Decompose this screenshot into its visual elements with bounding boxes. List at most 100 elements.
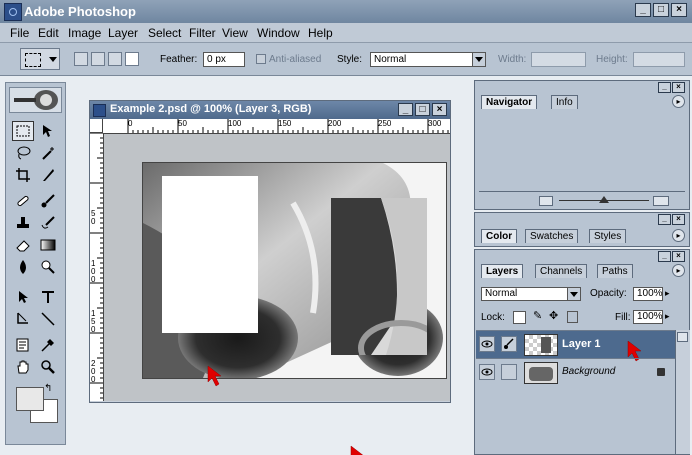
tool-preset-picker[interactable] <box>20 48 60 70</box>
layer-row-background[interactable]: Background <box>476 358 690 386</box>
panel-menu-button[interactable]: ▸ <box>672 95 685 108</box>
panel-menu-button[interactable]: ▸ <box>672 264 685 277</box>
eye-visibility-icon[interactable] <box>479 364 495 380</box>
tab-swatches[interactable]: Swatches <box>525 229 579 243</box>
tab-navigator[interactable]: Navigator <box>481 95 538 109</box>
gradient-tool[interactable] <box>37 235 59 255</box>
menu-select[interactable]: Select <box>148 26 181 40</box>
healing-brush-tool[interactable] <box>12 191 34 211</box>
tab-channels[interactable]: Channels <box>535 264 588 278</box>
fill-arrow-icon[interactable]: ▸ <box>665 311 670 322</box>
scroll-up-button[interactable] <box>677 332 688 342</box>
pen-tool[interactable] <box>12 309 34 329</box>
brush-tool[interactable] <box>37 191 59 211</box>
type-tool[interactable] <box>37 287 59 307</box>
hand-icon <box>17 360 29 374</box>
move-tool[interactable] <box>37 121 59 141</box>
tab-paths[interactable]: Paths <box>597 264 633 278</box>
tab-layers[interactable]: Layers <box>481 264 524 278</box>
adobe-online-logo[interactable] <box>9 87 62 113</box>
brush-link-icon[interactable] <box>501 336 517 352</box>
close-button[interactable]: × <box>671 3 687 17</box>
panel-minimize-button[interactable]: _ <box>658 251 671 262</box>
menu-image[interactable]: Image <box>68 26 101 40</box>
new-selection-button[interactable] <box>74 52 88 66</box>
layer-3-rectangle[interactable] <box>331 198 427 355</box>
foreground-color-swatch[interactable] <box>16 387 44 411</box>
panel-minimize-button[interactable]: _ <box>658 214 671 225</box>
blur-tool[interactable] <box>12 257 34 277</box>
ruler-left[interactable]: 5 0 1 0 0 1 5 0 2 0 0 <box>90 133 104 401</box>
intersect-selection-button[interactable] <box>125 52 139 66</box>
width-input[interactable] <box>531 52 586 67</box>
zoom-tool[interactable] <box>37 357 59 377</box>
add-selection-button[interactable] <box>91 52 105 66</box>
line-tool[interactable] <box>37 309 59 329</box>
menu-file[interactable]: File <box>10 26 29 40</box>
lasso-tool[interactable] <box>12 143 34 163</box>
slice-tool[interactable] <box>37 165 59 185</box>
crop-tool[interactable] <box>12 165 34 185</box>
dodge-tool[interactable] <box>37 257 59 277</box>
doc-maximize-button[interactable]: □ <box>415 103 430 116</box>
path-selection-tool[interactable] <box>12 287 34 307</box>
antialiased-checkbox[interactable] <box>256 54 266 64</box>
link-slot[interactable] <box>501 364 517 380</box>
feather-input[interactable]: 0 px <box>203 52 245 67</box>
layers-scrollbar[interactable] <box>675 330 690 454</box>
lock-position-move-icon[interactable]: ✥ <box>549 309 558 322</box>
maximize-button[interactable]: □ <box>653 3 669 17</box>
ruler-top[interactable]: 0 50 100 150 200 250 300 <box>103 119 450 134</box>
clone-stamp-tool[interactable] <box>12 213 34 233</box>
lock-transparency-checkbox[interactable] <box>513 311 526 324</box>
menu-help[interactable]: Help <box>308 26 333 40</box>
layer-name[interactable]: Layer 1 <box>562 338 601 350</box>
zoom-out-button[interactable] <box>539 196 553 206</box>
menu-filter[interactable]: Filter <box>189 26 216 40</box>
menu-view[interactable]: View <box>222 26 248 40</box>
panel-close-button[interactable]: × <box>672 82 685 93</box>
photoshop-app: Adobe Photoshop _ □ × File Edit Image La… <box>0 0 692 455</box>
navigator-preview[interactable] <box>479 109 685 191</box>
lock-all-icon[interactable] <box>567 311 578 323</box>
subtract-selection-button[interactable] <box>108 52 122 66</box>
fill-input[interactable]: 100% <box>633 310 663 324</box>
minimize-button[interactable]: _ <box>635 3 651 17</box>
notes-tool[interactable] <box>12 335 34 355</box>
panel-menu-button[interactable]: ▸ <box>672 229 685 242</box>
layer-name[interactable]: Background <box>562 366 615 377</box>
history-brush-tool[interactable] <box>37 213 59 233</box>
doc-minimize-button[interactable]: _ <box>398 103 413 116</box>
tab-color[interactable]: Color <box>481 229 518 243</box>
canvas-area[interactable] <box>104 134 450 455</box>
rectangular-marquee-tool[interactable] <box>12 121 34 141</box>
tab-styles[interactable]: Styles <box>589 229 627 243</box>
doc-close-button[interactable]: × <box>432 103 447 116</box>
opacity-arrow-icon[interactable]: ▸ <box>665 288 670 299</box>
document-image[interactable] <box>142 162 447 379</box>
eraser-tool[interactable] <box>12 235 34 255</box>
eyedropper-tool[interactable] <box>37 335 59 355</box>
lock-image-brush-icon[interactable]: ✎ <box>533 309 542 322</box>
style-select[interactable]: Normal <box>370 52 486 67</box>
opacity-input[interactable]: 100% <box>633 287 663 301</box>
blend-mode-select[interactable]: Normal <box>481 287 581 301</box>
menu-window[interactable]: Window <box>257 26 300 40</box>
panel-close-button[interactable]: × <box>672 214 685 225</box>
zoom-in-button[interactable] <box>653 196 669 206</box>
ruler-origin[interactable] <box>90 119 103 133</box>
swap-colors-icon[interactable]: ↰ <box>44 383 52 394</box>
layer-row-layer-1[interactable]: Layer 1 <box>476 330 690 362</box>
panel-minimize-button[interactable]: _ <box>658 82 671 93</box>
menu-edit[interactable]: Edit <box>38 26 59 40</box>
zoom-slider-thumb[interactable] <box>599 196 609 203</box>
magic-wand-tool[interactable] <box>37 143 59 163</box>
hand-tool[interactable] <box>12 357 34 377</box>
white-layer-rectangle[interactable] <box>162 176 258 333</box>
tab-info[interactable]: Info <box>551 95 578 109</box>
eye-visibility-icon[interactable] <box>479 336 495 352</box>
height-input[interactable] <box>633 52 685 67</box>
panel-close-button[interactable]: × <box>672 251 685 262</box>
pen-icon <box>17 312 28 324</box>
menu-layer[interactable]: Layer <box>108 26 138 40</box>
